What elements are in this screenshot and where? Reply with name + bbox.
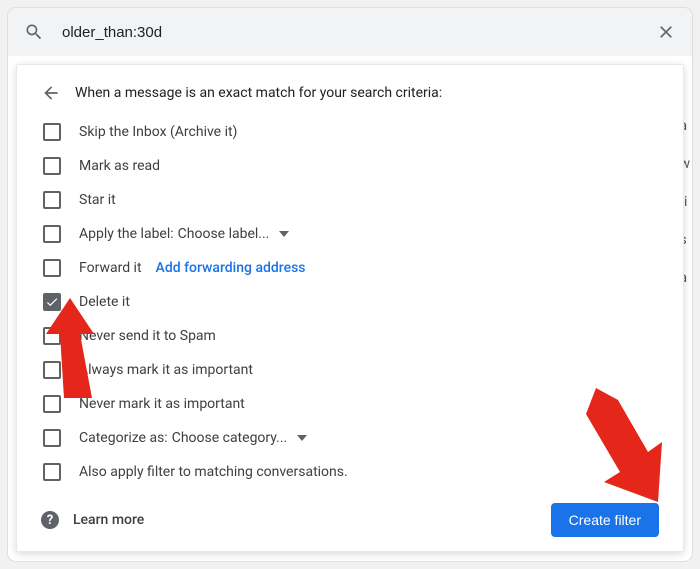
filter-option: Forward it Add forwarding address (37, 251, 683, 285)
option-label: Always mark it as important (79, 362, 253, 378)
create-filter-button[interactable]: Create filter (551, 503, 659, 537)
checkbox[interactable] (43, 259, 61, 277)
search-icon[interactable] (22, 20, 46, 44)
checkbox[interactable] (43, 191, 61, 209)
checkbox[interactable] (43, 123, 61, 141)
dropdown-select[interactable]: Choose category... (172, 430, 308, 446)
back-arrow-icon[interactable] (41, 83, 61, 103)
option-label: Never send it to Spam (79, 328, 216, 344)
filter-option: Star it (37, 183, 683, 217)
checkbox[interactable] (43, 429, 61, 447)
filter-option: Always mark it as important (37, 353, 683, 387)
filter-option: Apply the label:Choose label... (37, 217, 683, 251)
dialog-footer: ? Learn more Create filter (41, 503, 659, 537)
checkbox[interactable] (43, 463, 61, 481)
checkbox[interactable] (43, 293, 61, 311)
search-input[interactable] (60, 23, 654, 42)
filter-option: Skip the Inbox (Archive it) (37, 115, 683, 149)
checkbox[interactable] (43, 395, 61, 413)
forwarding-address-link[interactable]: Add forwarding address (156, 260, 306, 276)
help-icon: ? (41, 511, 59, 529)
option-label: Categorize as: (79, 430, 168, 446)
filter-option: Categorize as:Choose category... (37, 421, 683, 455)
option-label: Also apply filter to matching conversati… (79, 464, 348, 480)
checkbox[interactable] (43, 157, 61, 175)
filter-option: Never send it to Spam (37, 319, 683, 353)
filter-option: Never mark it as important (37, 387, 683, 421)
checkbox[interactable] (43, 361, 61, 379)
dialog-title: When a message is an exact match for you… (75, 85, 442, 101)
app-frame: a w ti s a When a message is an exact ma… (8, 8, 692, 561)
filter-option: Delete it (37, 285, 683, 319)
option-label: Apply the label: (79, 226, 174, 242)
close-icon[interactable] (654, 20, 678, 44)
option-label: Never mark it as important (79, 396, 245, 412)
checkbox[interactable] (43, 225, 61, 243)
filter-dialog: When a message is an exact match for you… (16, 64, 684, 552)
checkbox[interactable] (43, 327, 61, 345)
filter-option: Also apply filter to matching conversati… (37, 455, 683, 489)
search-bar (8, 8, 692, 56)
option-label: Forward it (79, 260, 142, 276)
filter-option: Mark as read (37, 149, 683, 183)
learn-more-link[interactable]: ? Learn more (41, 511, 144, 529)
option-label: Delete it (79, 294, 130, 310)
dropdown-select[interactable]: Choose label... (178, 226, 290, 242)
option-label: Star it (79, 192, 116, 208)
dialog-header: When a message is an exact match for you… (17, 83, 683, 111)
option-label: Mark as read (79, 158, 160, 174)
option-label: Skip the Inbox (Archive it) (79, 124, 237, 140)
filter-options-list: Skip the Inbox (Archive it) Mark as read S… (17, 111, 683, 489)
